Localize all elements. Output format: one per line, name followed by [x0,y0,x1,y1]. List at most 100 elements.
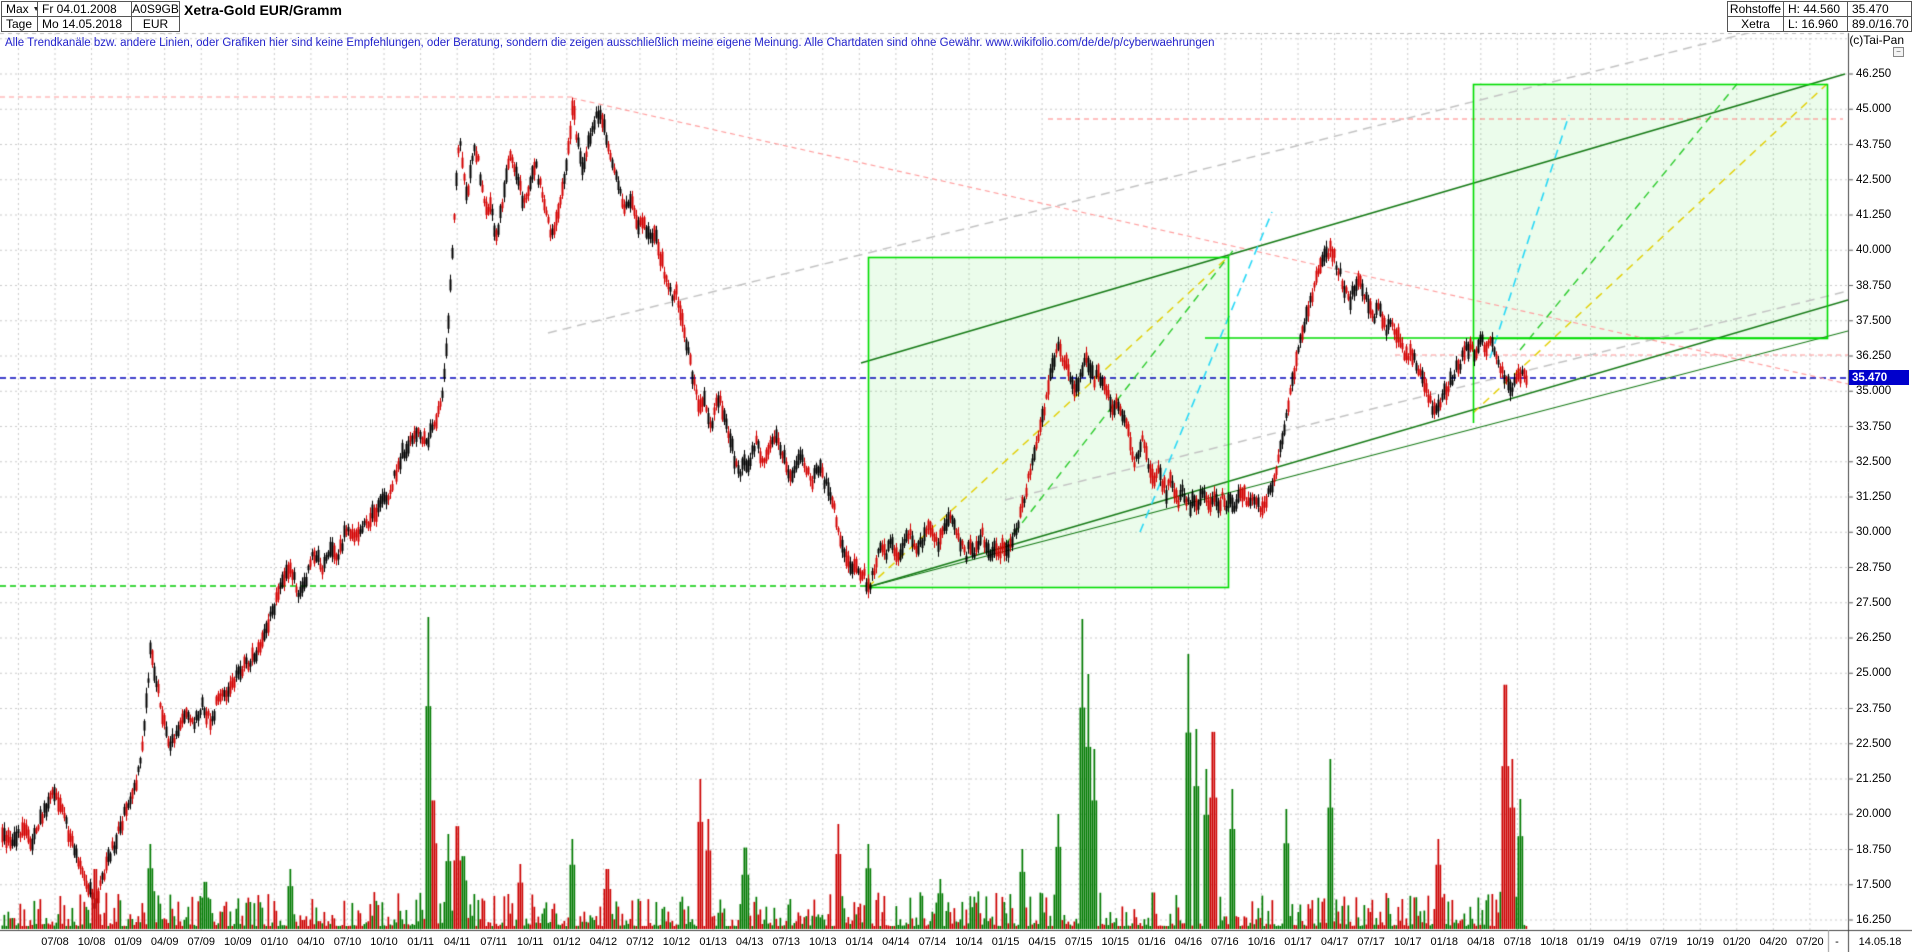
x-axis-label: 01/14 [846,936,874,948]
taipan-chart-window: Max ▼ Fr 04.01.2008 A0S9GB Tage ▼ Mo 14.… [0,0,1912,952]
x-axis-label: 04/17 [1321,936,1349,948]
x-axis-label: 04/15 [1028,936,1056,948]
y-axis-label: 42.500 [1856,174,1891,186]
chart-canvas[interactable] [0,0,1912,952]
x-axis-label: 07/15 [1065,936,1093,948]
x-axis-label: 04/19 [1613,936,1641,948]
x-axis-label: 04/12 [590,936,618,948]
x-axis-label: 01/10 [261,936,289,948]
period-dropdown[interactable]: Tage ▼ [1,16,38,32]
x-axis-label: 07/09 [187,936,215,948]
y-axis-label: 18.750 [1856,844,1891,856]
x-axis-label: 04/20 [1760,936,1788,948]
x-axis-label: 10/10 [370,936,398,948]
x-axis-label: 07/13 [772,936,800,948]
y-axis-label: 41.250 [1856,209,1891,221]
x-axis-label: 07/14 [919,936,947,948]
y-axis-label: 40.000 [1856,244,1891,256]
y-axis-label: 32.500 [1856,456,1891,468]
category-cell: Rohstoffe [1727,1,1784,17]
disclaimer-text: Alle Trendkanäle bzw. andere Linien, ode… [5,37,1215,49]
y-axis-label: 16.250 [1856,914,1891,926]
x-axis-label: 10/17 [1394,936,1422,948]
x-axis-label: 01/16 [1138,936,1166,948]
date-to-value: Mo 14.05.2018 [42,17,122,31]
y-axis-label: 28.750 [1856,562,1891,574]
x-axis-label: 10/15 [1101,936,1129,948]
symbol-field[interactable]: A0S9GB [131,1,180,17]
page-title: Xetra-Gold EUR/Gramm [184,2,342,18]
x-axis-label: 07/18 [1504,936,1532,948]
x-axis-label: 01/15 [992,936,1020,948]
x-axis-label: 07/12 [626,936,654,948]
x-axis-label: 04/16 [1175,936,1203,948]
x-axis-label: 10/16 [1248,936,1276,948]
last-price-value: 35.470 [1852,2,1889,16]
y-axis-label: 25.000 [1856,667,1891,679]
high-cell: H: 44.560 [1783,1,1848,17]
time-axis-separator: - [1835,936,1839,948]
y-axis-label: 22.500 [1856,738,1891,750]
y-axis-label: 33.750 [1856,421,1891,433]
date-from-value: Fr 04.01.2008 [42,2,117,16]
x-axis-label: 04/11 [444,936,471,948]
x-axis-label: 07/16 [1211,936,1239,948]
period-dropdown-label: Tage [6,17,32,31]
x-axis-label: 04/13 [736,936,764,948]
x-axis-label: 10/18 [1540,936,1568,948]
x-axis-label: 01/17 [1284,936,1312,948]
y-axis-label: 43.750 [1856,139,1891,151]
x-axis-label: 07/19 [1650,936,1678,948]
x-axis-label: 10/19 [1686,936,1714,948]
x-axis-label: 01/19 [1577,936,1605,948]
copyright-label: (c)Tai-Pan [1849,33,1904,47]
x-axis-label: 04/09 [151,936,179,948]
y-axis-label: 27.500 [1856,597,1891,609]
x-axis-label: 10/14 [955,936,983,948]
y-axis-label: 37.500 [1856,315,1891,327]
y-axis-label: 31.250 [1856,491,1891,503]
x-axis-label: 04/18 [1467,936,1495,948]
y-axis-label: 38.750 [1856,280,1891,292]
y-axis-label: 20.000 [1856,808,1891,820]
y-axis-label: 23.750 [1856,703,1891,715]
x-axis-label: 10/09 [224,936,252,948]
end-date-label: 14.05.18 [1859,936,1902,948]
y-axis-label: 46.250 [1856,68,1891,80]
y-axis-label: 45.000 [1856,103,1891,115]
misc-cell: 89.0/16.70 [1847,16,1912,32]
x-axis-label: 10/13 [809,936,837,948]
x-axis-label: 07/17 [1357,936,1385,948]
low-value: L: 16.960 [1788,17,1838,31]
y-axis-label: 21.250 [1856,773,1891,785]
x-axis-label: 01/12 [553,936,581,948]
last-price-cell: 35.470 [1847,1,1912,17]
currency-cell: EUR [131,16,180,32]
x-axis-label: 07/20 [1796,936,1824,948]
y-axis-label: 36.250 [1856,350,1891,362]
x-axis-label: 04/14 [882,936,910,948]
currency-value: EUR [143,17,168,31]
category-value: Rohstoffe [1730,2,1781,16]
range-dropdown-label: Max [6,2,29,16]
symbol-value: A0S9GB [132,2,179,16]
x-axis-label: 01/18 [1431,936,1459,948]
range-dropdown[interactable]: Max ▼ [1,1,38,17]
x-axis-label: 01/13 [699,936,727,948]
x-axis-label: 01/11 [407,936,434,948]
y-axis-label: 35.000 [1856,385,1891,397]
x-axis-label: 07/10 [334,936,362,948]
exchange-cell: Xetra [1727,16,1784,32]
low-cell: L: 16.960 [1783,16,1848,32]
date-from-field[interactable]: Fr 04.01.2008 [37,1,132,17]
x-axis-label: 07/08 [41,936,69,948]
x-axis-label: 01/09 [114,936,142,948]
x-axis-label: 01/20 [1723,936,1751,948]
x-axis-label: 10/12 [663,936,691,948]
current-price-badge: 35.470 [1849,370,1909,385]
collapse-pane-icon[interactable]: − [1893,47,1904,57]
x-axis-label: 04/10 [297,936,325,948]
high-value: H: 44.560 [1788,2,1840,16]
x-axis-label: 07/11 [480,936,507,948]
date-to-field[interactable]: Mo 14.05.2018 [37,16,132,32]
